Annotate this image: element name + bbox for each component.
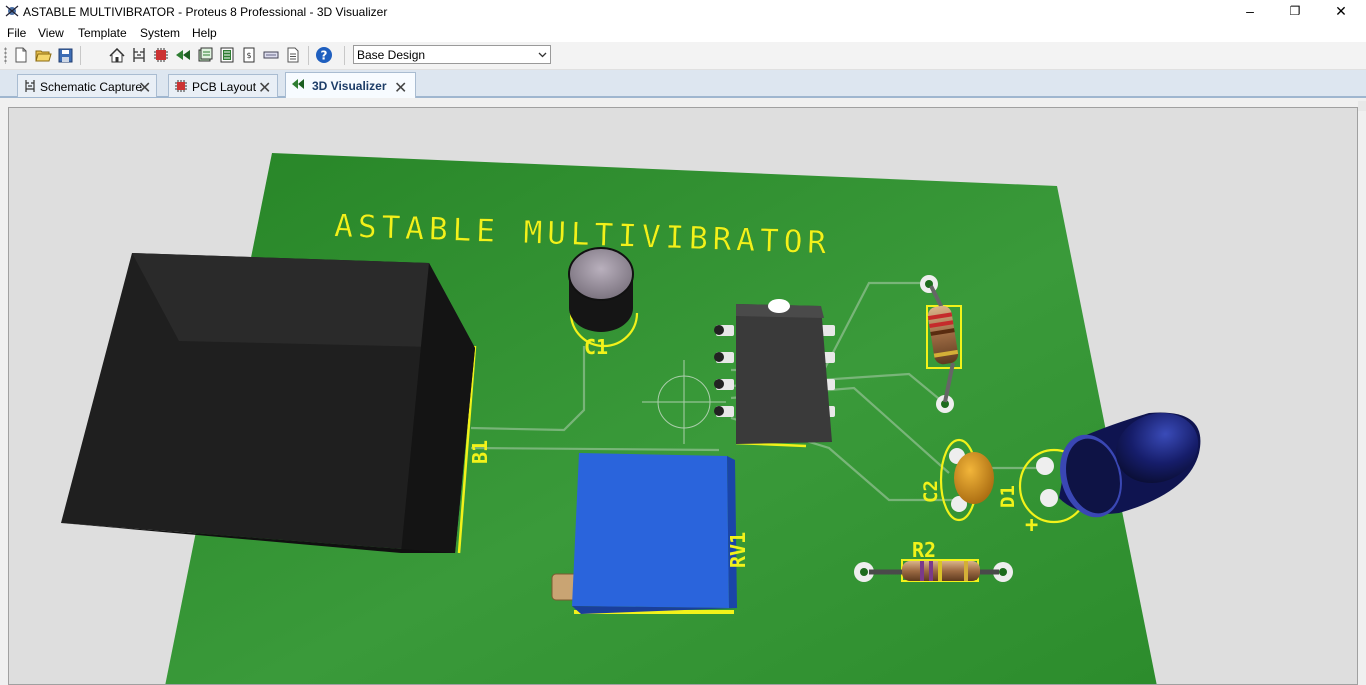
3d-viewport[interactable]: ASTABLE MULTIVIBRATOR B1 C1 C2 D1 + RV1 …	[8, 107, 1358, 685]
menu-file[interactable]: File	[7, 26, 26, 40]
svg-text:$: $	[247, 51, 252, 60]
notes-icon[interactable]	[284, 46, 302, 64]
refdes-rv1: RV1	[726, 532, 750, 568]
chevron-down-icon	[538, 52, 547, 58]
refdes-c2: C2	[920, 480, 942, 503]
restore-button[interactable]: ❐	[1272, 0, 1318, 24]
led-polarity-mark: +	[1025, 513, 1038, 538]
minimize-button[interactable]: –	[1227, 0, 1273, 24]
refdes-c1: C1	[584, 335, 608, 359]
tab-schematic-capture[interactable]: Schematic Capture ✕	[17, 74, 157, 97]
window-title: ASTABLE MULTIVIBRATOR - Proteus 8 Profes…	[23, 5, 388, 19]
proteus-app-icon	[5, 5, 19, 17]
design-explorer-icon[interactable]	[262, 46, 280, 64]
tab-pcb-layout[interactable]: PCB Layout ✕	[168, 74, 278, 97]
refdes-b1: B1	[468, 440, 492, 464]
refdes-d1: D1	[997, 485, 1019, 508]
visualizer-icon	[292, 79, 304, 89]
toolbar-grip[interactable]	[4, 47, 7, 64]
board-render: ASTABLE MULTIVIBRATOR B1 C1 C2 D1 + RV1 …	[61, 153, 1201, 684]
schematic-icon	[25, 80, 35, 92]
document-tab-strip: Schematic Capture ✕ PCB Layout ✕ 3D Visu…	[0, 70, 1366, 98]
new-file-icon[interactable]	[12, 46, 30, 64]
menu-system[interactable]: System	[140, 26, 180, 40]
svg-text:?: ?	[321, 49, 328, 63]
schematic-icon[interactable]	[130, 46, 148, 64]
refdes-r2: R2	[912, 538, 936, 562]
menu-view[interactable]: View	[38, 26, 64, 40]
gerber-icon[interactable]	[196, 46, 214, 64]
title-bar: ASTABLE MULTIVIBRATOR - Proteus 8 Profes…	[0, 0, 1366, 24]
close-tab-icon[interactable]: ✕	[138, 78, 151, 98]
scrollbar-stub[interactable]	[1358, 101, 1366, 111]
tab-3d-visualizer[interactable]: 3D Visualizer ✕	[285, 72, 416, 98]
tab-label: 3D Visualizer	[312, 79, 387, 93]
main-toolbar: $ ?	[0, 42, 1366, 70]
save-icon[interactable]	[56, 46, 74, 64]
close-tab-icon[interactable]: ✕	[394, 78, 407, 98]
visualizer-icon[interactable]	[174, 46, 192, 64]
potentiometer-rv1	[551, 453, 737, 614]
battery-b1	[61, 253, 477, 554]
pinout-icon[interactable]: $	[240, 46, 258, 64]
tab-label: PCB Layout	[192, 80, 257, 94]
menu-help[interactable]: Help	[192, 26, 217, 40]
variant-dropdown-value: Base Design	[357, 48, 426, 62]
home-icon[interactable]	[108, 46, 126, 64]
menu-bar: File View Template System Help	[0, 24, 1366, 42]
bom-icon[interactable]	[218, 46, 236, 64]
close-tab-icon[interactable]: ✕	[258, 78, 271, 98]
pcb-icon[interactable]	[152, 46, 170, 64]
close-window-button[interactable]: ✕	[1318, 0, 1364, 24]
variant-dropdown[interactable]: Base Design	[353, 45, 551, 64]
menu-template[interactable]: Template	[78, 26, 127, 40]
open-folder-icon[interactable]	[34, 46, 52, 64]
pcb-icon	[175, 80, 187, 92]
help-icon[interactable]: ?	[315, 46, 333, 64]
tab-label: Schematic Capture	[40, 80, 143, 94]
